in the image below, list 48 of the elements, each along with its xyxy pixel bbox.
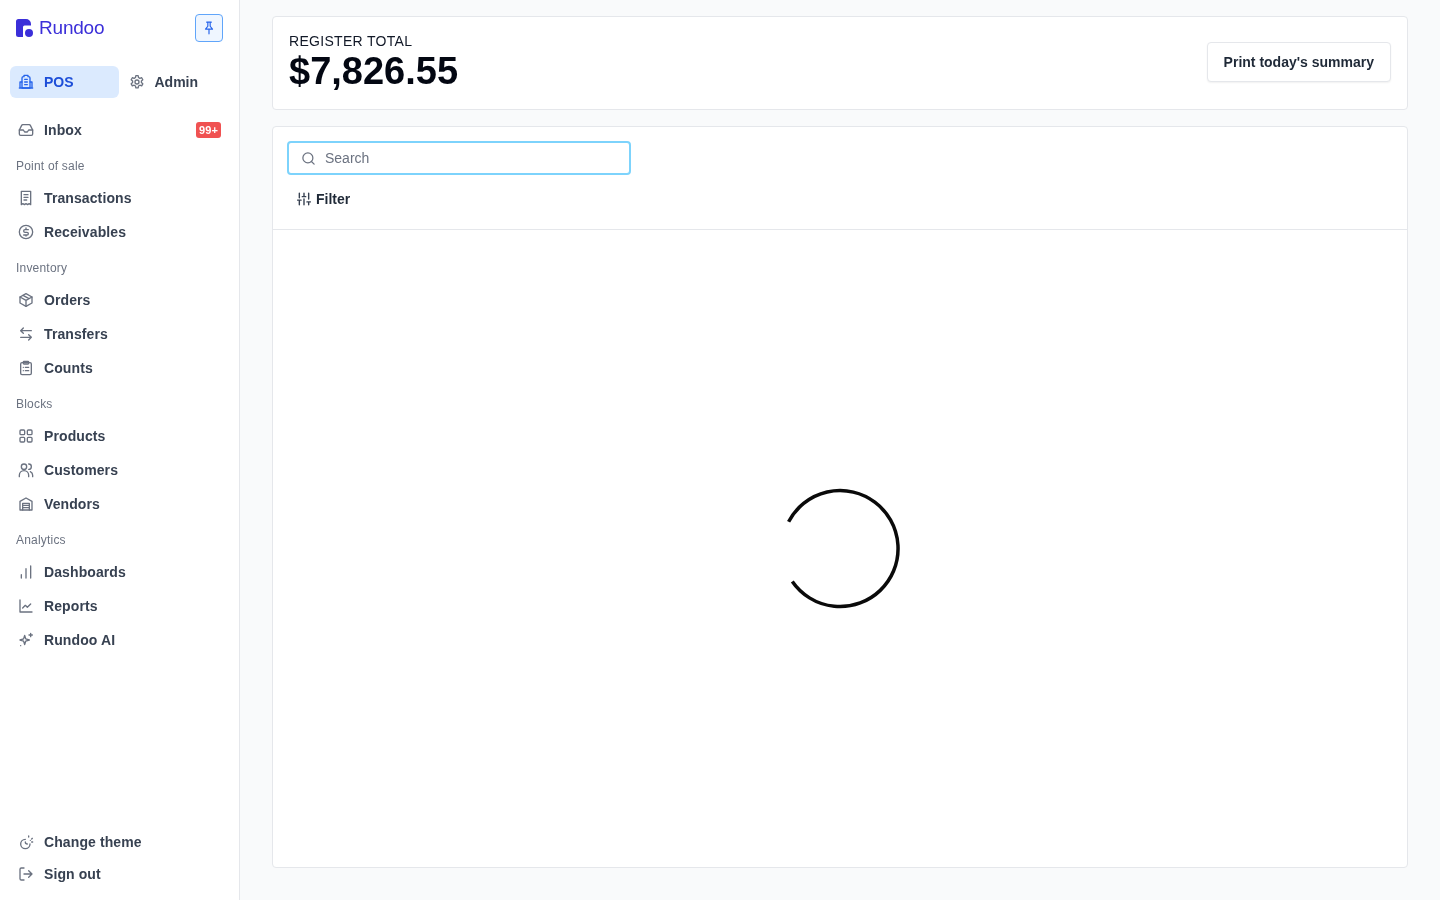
pin-icon xyxy=(202,21,216,35)
swap-arrows-icon xyxy=(18,326,34,342)
receipt-icon xyxy=(18,190,34,206)
nav-item[interactable]: Transfers xyxy=(10,317,229,351)
section-title: Inventory xyxy=(15,260,69,277)
building-icon xyxy=(18,74,34,90)
nav-item[interactable]: Products xyxy=(10,419,229,453)
nav-item[interactable]: Customers xyxy=(10,453,229,487)
sliders-icon xyxy=(297,192,311,206)
search-icon xyxy=(301,151,316,166)
dollar-circle-icon xyxy=(18,224,34,240)
gear-icon xyxy=(128,74,145,90)
clipboard-icon xyxy=(18,360,34,376)
users-icon xyxy=(18,462,34,478)
nav-item[interactable]: Inbox 99+ xyxy=(10,113,229,147)
sparkle-icon xyxy=(18,632,34,648)
print-summary-button[interactable]: Print today's summary xyxy=(1206,42,1391,82)
grid-icon xyxy=(18,428,34,444)
brand-name: Rundoo xyxy=(39,17,105,39)
mode-tab[interactable]: Admin xyxy=(120,66,229,98)
sign-out-icon xyxy=(18,866,34,882)
total-label: REGISTER TOTAL xyxy=(289,32,414,50)
theme-icon xyxy=(18,834,34,850)
nav-item[interactable]: Transactions xyxy=(10,181,229,215)
nav-item[interactable]: Receivables xyxy=(10,215,229,249)
nav-item[interactable]: Dashboards xyxy=(10,555,229,589)
filter-button[interactable]: Filter xyxy=(287,187,361,211)
box-icon xyxy=(18,292,34,308)
nav-item[interactable]: Reports xyxy=(10,589,229,623)
nav-item[interactable]: Counts xyxy=(10,351,229,385)
bar-chart-icon xyxy=(18,564,34,580)
section-title: Blocks xyxy=(15,396,54,413)
pin-button[interactable] xyxy=(195,14,223,42)
logo-icon xyxy=(16,19,34,37)
warehouse-icon xyxy=(18,496,34,512)
nav-item[interactable]: Rundoo AI xyxy=(10,623,229,657)
nav-item[interactable]: Orders xyxy=(10,283,229,317)
line-chart-icon xyxy=(18,598,34,614)
mode-tab[interactable]: POS xyxy=(10,66,119,98)
section-title: Analytics xyxy=(15,532,67,549)
count-badge: 99+ xyxy=(196,122,221,138)
nav-item[interactable]: Vendors xyxy=(10,487,229,521)
inbox-icon xyxy=(18,122,34,138)
search-field[interactable]: Search xyxy=(287,141,631,175)
nav-item[interactable]: Sign out xyxy=(10,858,229,890)
total-amount: $7,826.55 xyxy=(289,50,459,92)
nav-item[interactable]: Change theme xyxy=(10,826,229,858)
section-title: Point of sale xyxy=(15,158,86,175)
